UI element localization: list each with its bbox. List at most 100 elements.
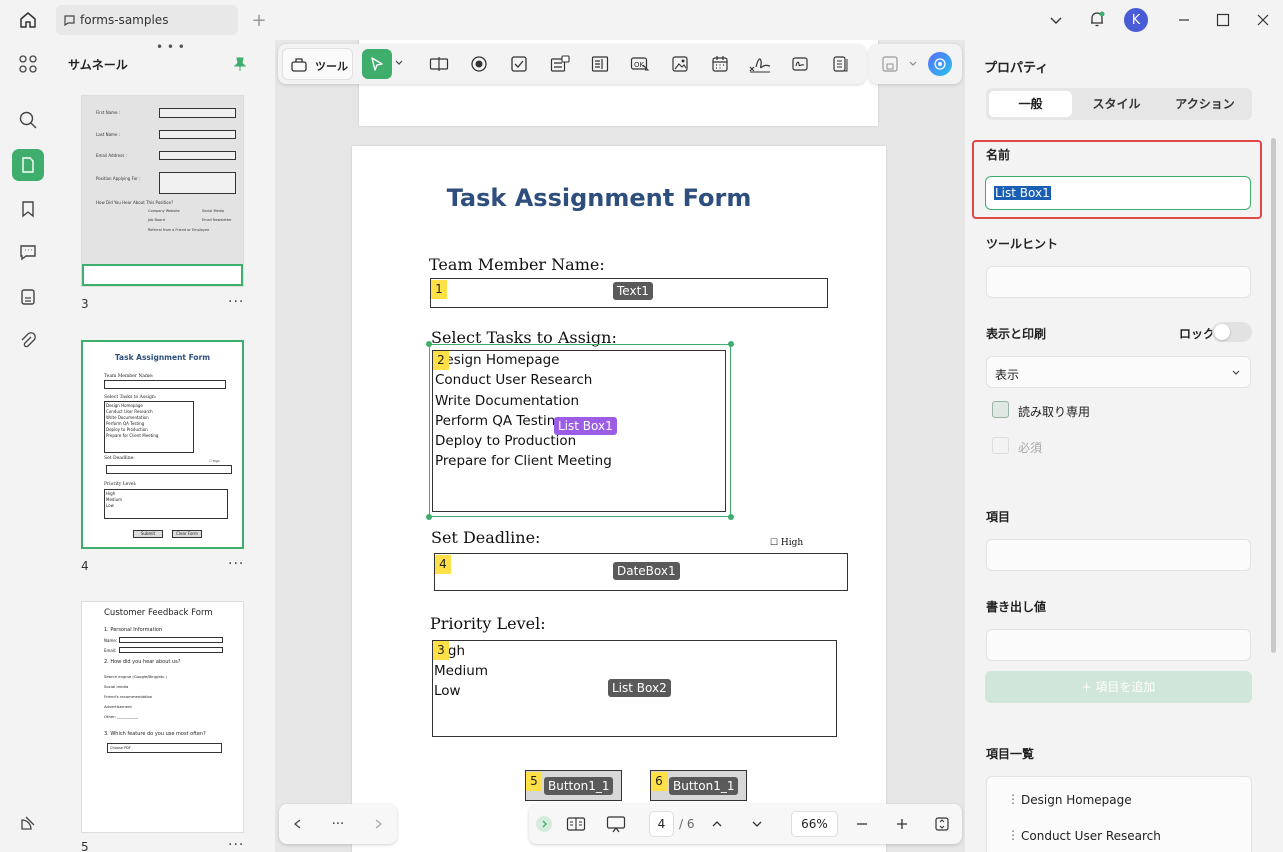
chevron-down-icon[interactable] xyxy=(1046,10,1066,30)
mini-label: 1. Personal Information xyxy=(104,627,163,633)
mini-label: Position Applying For : xyxy=(96,176,141,181)
deadline-label: Set Deadline: xyxy=(431,528,541,547)
layers-icon[interactable] xyxy=(16,811,40,835)
list-box-icon[interactable] xyxy=(589,53,611,75)
required-checkbox[interactable] xyxy=(992,437,1009,454)
comment-icon[interactable] xyxy=(16,240,40,264)
thumbnail-panel: • • • サムネール First Name : Last Name : Ema… xyxy=(56,40,268,852)
expand-icon[interactable] xyxy=(536,816,552,832)
bell-icon[interactable] xyxy=(1086,8,1108,30)
visibility-select[interactable]: 表示 xyxy=(986,356,1251,388)
tooltip-label: ツールヒント xyxy=(986,237,1059,251)
resize-handle[interactable] xyxy=(728,514,734,520)
datebox1-field[interactable]: 4 DateBox1 xyxy=(434,553,848,591)
tooltip-input[interactable] xyxy=(986,266,1251,298)
close-icon[interactable] xyxy=(1253,10,1273,30)
item-input[interactable] xyxy=(986,539,1251,571)
thumbnail-number: 5 xyxy=(81,840,89,852)
tab-general[interactable]: 一般 xyxy=(989,91,1072,117)
save-form-icon[interactable] xyxy=(879,53,901,75)
item-text: Design Homepage xyxy=(1021,793,1132,807)
thumbnail-page-5[interactable]: Customer Feedback Form 1. Personal Infor… xyxy=(81,601,244,833)
ai-assistant-icon[interactable] xyxy=(928,52,952,76)
listbox2-field[interactable]: High Medium Low 3 List Box2 xyxy=(432,640,837,737)
bookmark-icon[interactable] xyxy=(16,197,40,221)
thumbnail-page-3[interactable]: First Name : Last Name : Email Address :… xyxy=(81,95,244,287)
resize-handle[interactable] xyxy=(728,341,734,347)
tab-style[interactable]: スタイル xyxy=(1074,91,1159,117)
tab-action[interactable]: アクション xyxy=(1161,91,1249,117)
chevron-down-icon[interactable] xyxy=(907,58,919,70)
thumbnail-icon[interactable] xyxy=(12,149,44,181)
checkbox-icon[interactable] xyxy=(508,53,530,75)
button-field-b[interactable]: 6 Button1_1 xyxy=(650,770,747,801)
lock-toggle[interactable] xyxy=(1212,322,1252,342)
scrollbar[interactable] xyxy=(1271,138,1276,653)
resize-handle[interactable] xyxy=(426,514,432,520)
combo-box-icon[interactable] xyxy=(549,53,571,75)
readonly-checkbox[interactable] xyxy=(992,401,1009,418)
home-icon[interactable] xyxy=(16,8,40,32)
thumbnail-page-4[interactable]: Task Assignment Form Team Member Name: S… xyxy=(81,340,244,549)
reading-mode-icon[interactable] xyxy=(565,814,587,834)
paperclip-icon[interactable] xyxy=(16,329,40,353)
list-item[interactable]: ⋮ Design Homepage xyxy=(987,789,1251,811)
chevron-down-icon[interactable] xyxy=(747,814,767,834)
image-field-icon[interactable] xyxy=(669,53,691,75)
zoom-in-icon[interactable] xyxy=(892,814,912,834)
zoom-out-icon[interactable] xyxy=(852,814,872,834)
chevron-right-icon[interactable] xyxy=(368,814,388,834)
list-item: Medium xyxy=(434,663,488,679)
properties-panel: プロパティ 一般 スタイル アクション 名前 List Box1 ツールヒント … xyxy=(970,40,1283,852)
signature-icon[interactable] xyxy=(747,53,773,75)
button-icon[interactable]: OK xyxy=(629,53,651,75)
drag-handle-icon[interactable]: ⋮ xyxy=(1007,792,1019,806)
new-tab-icon[interactable]: + xyxy=(249,10,269,31)
list-item[interactable]: ⋮ Conduct User Research xyxy=(987,825,1251,847)
more-icon[interactable]: ··· xyxy=(228,837,244,852)
page-number-input[interactable]: 4 xyxy=(649,811,674,837)
text-field-icon[interactable] xyxy=(428,53,450,75)
form-icon[interactable] xyxy=(16,285,40,309)
digital-signature-icon[interactable] xyxy=(789,53,811,75)
chevron-down-icon[interactable] xyxy=(393,57,405,69)
listbox1-field[interactable]: Design Homepage Conduct User Research Wr… xyxy=(432,350,726,512)
name-input[interactable]: List Box1 xyxy=(985,176,1251,210)
radio-button-icon[interactable] xyxy=(468,53,490,75)
chevron-up-icon[interactable] xyxy=(707,814,727,834)
more-icon[interactable]: ··· xyxy=(228,556,244,572)
pin-icon[interactable] xyxy=(230,54,250,74)
tab-title: forms-samples xyxy=(80,13,169,27)
maximize-icon[interactable] xyxy=(1213,10,1233,30)
fit-page-icon[interactable] xyxy=(932,814,952,834)
button-field-a[interactable]: 5 Button1_1 xyxy=(525,770,622,801)
more-icon[interactable]: ··· xyxy=(228,294,244,310)
more-icon[interactable]: ··· xyxy=(328,814,348,834)
export-input[interactable] xyxy=(986,629,1251,661)
resize-handle[interactable] xyxy=(426,341,432,347)
drag-handle-icon[interactable]: ⋮ xyxy=(1007,828,1019,842)
chevron-left-icon[interactable] xyxy=(288,814,308,834)
zoom-input[interactable]: 66% xyxy=(791,811,838,837)
mini-label: Team Member Name: xyxy=(104,374,154,379)
presentation-icon[interactable] xyxy=(605,814,627,834)
drag-handle[interactable]: • • • xyxy=(156,40,185,54)
document-tab[interactable]: forms-samples xyxy=(56,5,238,35)
apps-icon[interactable] xyxy=(16,52,40,76)
minimize-icon[interactable] xyxy=(1174,10,1194,30)
mini-check: Company Website xyxy=(148,209,180,213)
document-canvas[interactable]: Task Assignment Form Team Member Name: 1… xyxy=(275,40,965,852)
select-pointer-icon[interactable] xyxy=(362,49,392,79)
tools-button[interactable]: ツール xyxy=(282,48,353,80)
page-nav-bar: ··· xyxy=(279,804,397,844)
add-item-button[interactable]: + 項目を追加 xyxy=(985,671,1252,703)
more-forms-icon[interactable] xyxy=(829,53,851,75)
avatar[interactable]: K xyxy=(1124,8,1148,32)
thumbnail-number: 4 xyxy=(81,559,89,573)
high-checkbox[interactable]: ☐ High xyxy=(770,538,803,548)
mini-title: Task Assignment Form xyxy=(114,353,211,362)
mini-list: Design Homepage Conduct User Research Writ… xyxy=(106,403,159,438)
calendar-icon[interactable] xyxy=(709,53,731,75)
search-icon[interactable] xyxy=(16,108,40,132)
text1-field[interactable]: 1 Text1 xyxy=(430,278,828,308)
